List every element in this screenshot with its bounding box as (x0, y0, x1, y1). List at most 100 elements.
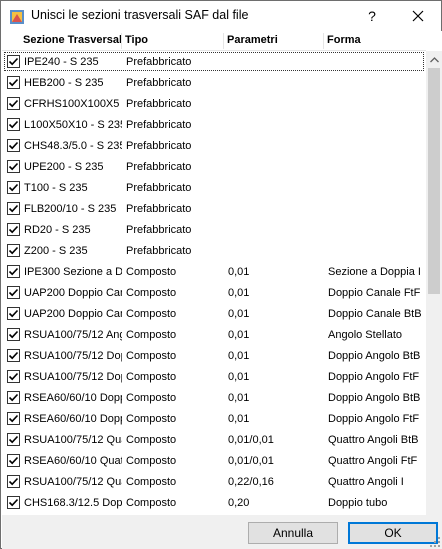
table-row[interactable]: RSEA60/60/10 Doppio Composto 0,01 Doppio An… (2, 408, 426, 429)
dialog-footer: Annulla OK (2, 515, 442, 549)
checkmark-icon (8, 477, 19, 486)
cell-sezione: RSEA60/60/10 Doppio (24, 392, 122, 404)
cross-section-grid: Sezione Trasversale Tipo Parametri Forma… (2, 31, 442, 515)
column-header-sezione[interactable]: Sezione Trasversale (20, 33, 122, 49)
row-checkbox[interactable] (7, 97, 20, 110)
cell-parametri: 0,01 (228, 329, 250, 341)
row-checkbox[interactable] (7, 76, 20, 89)
cell-tipo: Composto (126, 371, 177, 383)
row-checkbox[interactable] (7, 181, 20, 194)
cell-sezione: RD20 - S 235 (24, 224, 91, 236)
row-checkbox[interactable] (7, 370, 20, 383)
resize-grip-icon[interactable] (429, 536, 441, 548)
dialog-window: Unisci le sezioni trasversali SAF dal fi… (0, 0, 442, 549)
scroll-up-icon[interactable] (426, 51, 442, 68)
row-checkbox[interactable] (7, 454, 20, 467)
cell-tipo: Composto (126, 392, 177, 404)
row-checkbox[interactable] (7, 55, 20, 68)
cell-forma (328, 244, 426, 258)
cell-tipo: Prefabbricato (126, 245, 192, 257)
cancel-button[interactable]: Annulla (248, 522, 338, 544)
cell-forma (328, 160, 426, 174)
cell-forma (328, 55, 426, 69)
cell-sezione: T100 - S 235 (24, 182, 88, 194)
table-row[interactable]: RSEA60/60/10 Quattro Composto 0,01/0,01 Qua… (2, 450, 426, 471)
cell-forma (328, 181, 426, 195)
row-checkbox[interactable] (7, 496, 20, 509)
column-header-forma[interactable]: Forma (324, 33, 426, 49)
checkmark-icon (8, 120, 19, 129)
table-row[interactable]: Z200 - S 235 Prefabbricato (2, 240, 426, 261)
row-checkbox[interactable] (7, 307, 20, 320)
table-row[interactable]: CFRHS100X100X5 - S 235 Prefabbricato (2, 93, 426, 114)
cell-forma: Doppio Angolo FtF (328, 413, 420, 425)
cell-parametri (228, 118, 324, 132)
table-row[interactable]: CHS168.3/12.5 Doppio Composto 0,20 Doppio t… (2, 492, 426, 513)
cell-parametri: 0,01 (228, 371, 250, 383)
cell-forma (328, 223, 426, 237)
help-button[interactable]: ? (349, 1, 395, 31)
table-row[interactable]: RSUA100/75/12 Doppio Composto 0,01 Doppio A… (2, 345, 426, 366)
cell-parametri (228, 139, 324, 153)
row-checkbox[interactable] (7, 244, 20, 257)
row-checkbox[interactable] (7, 139, 20, 152)
cell-sezione: IPE240 - S 235 (24, 56, 99, 68)
cell-parametri: 0,01 (228, 287, 250, 299)
row-checkbox[interactable] (7, 412, 20, 425)
cell-tipo: Prefabbricato (126, 224, 192, 236)
table-row[interactable]: FLB200/10 - S 235 Prefabbricato (2, 198, 426, 219)
row-checkbox[interactable] (7, 391, 20, 404)
row-checkbox[interactable] (7, 118, 20, 131)
checkmark-icon (8, 435, 19, 444)
table-row[interactable]: IPE240 - S 235 Prefabbricato (2, 51, 426, 72)
row-checkbox[interactable] (7, 475, 20, 488)
close-button[interactable] (395, 1, 441, 31)
table-row[interactable]: RSEA60/60/10 Doppio Composto 0,01 Doppio An… (2, 387, 426, 408)
table-row[interactable]: RD20 - S 235 Prefabbricato (2, 219, 426, 240)
table-row[interactable]: T100 - S 235 Prefabbricato (2, 177, 426, 198)
cell-parametri: 0,01 (228, 392, 250, 404)
cell-forma: Doppio tubo (328, 497, 388, 509)
row-checkbox[interactable] (7, 433, 20, 446)
column-header-parametri[interactable]: Parametri (224, 33, 324, 49)
scrollbar-thumb[interactable] (428, 68, 440, 294)
table-row[interactable]: L100X50X10 - S 235 Prefabbricato (2, 114, 426, 135)
cell-parametri: 0,01/0,01 (228, 434, 274, 446)
ok-button[interactable]: OK (348, 522, 438, 544)
table-row[interactable]: RSUA100/75/12 Angolo Composto 0,01 Angolo S… (2, 324, 426, 345)
checkmark-icon (8, 246, 19, 255)
cell-forma (328, 118, 426, 132)
table-row[interactable]: CHS48.3/5.0 - S 235 Prefabbricato (2, 135, 426, 156)
table-row[interactable]: IPE300 Sezione a Doppia I Composto 0,01 Sez… (2, 261, 426, 282)
checkmark-icon (8, 372, 19, 381)
cell-sezione: HEB200 - S 235 (24, 77, 104, 89)
column-header-tipo[interactable]: Tipo (122, 33, 224, 49)
table-row[interactable]: RSUA100/75/12 Doppio Composto 0,01 Doppio A… (2, 366, 426, 387)
checkmark-icon (8, 393, 19, 402)
row-checkbox[interactable] (7, 265, 20, 278)
table-row[interactable]: HEB200 - S 235 Prefabbricato (2, 72, 426, 93)
table-row[interactable]: RSUA100/75/12 Quattro Composto 0,22/0,16 Qu… (2, 471, 426, 492)
row-checkbox[interactable] (7, 349, 20, 362)
cell-tipo: Composto (126, 350, 177, 362)
checkmark-icon (8, 414, 19, 423)
table-row[interactable]: RSUA100/75/12 Quattro Composto 0,01/0,01 Qu… (2, 429, 426, 450)
row-checkbox[interactable] (7, 286, 20, 299)
cell-forma: Doppio Canale FtF (328, 287, 421, 299)
cell-sezione: UAP200 Doppio Canale (24, 308, 122, 320)
row-checkbox[interactable] (7, 202, 20, 215)
table-row[interactable]: UAP200 Doppio Canale Composto 0,01 Doppio C… (2, 303, 426, 324)
table-row[interactable]: UAP200 Doppio Canale Composto 0,01 Doppio C… (2, 282, 426, 303)
row-checkbox[interactable] (7, 160, 20, 173)
cell-tipo: Composto (126, 308, 177, 320)
cell-tipo: Composto (126, 434, 177, 446)
row-checkbox[interactable] (7, 223, 20, 236)
row-checkbox[interactable] (7, 328, 20, 341)
cell-forma (328, 139, 426, 153)
cell-parametri: 0,20 (228, 497, 250, 509)
table-row[interactable]: UPE200 - S 235 Prefabbricato (2, 156, 426, 177)
vertical-scrollbar[interactable] (426, 51, 442, 515)
cell-parametri: 0,22/0,16 (228, 476, 274, 488)
cell-sezione: RSUA100/75/12 Quattro (24, 434, 122, 446)
title-bar: Unisci le sezioni trasversali SAF dal fi… (1, 1, 441, 31)
